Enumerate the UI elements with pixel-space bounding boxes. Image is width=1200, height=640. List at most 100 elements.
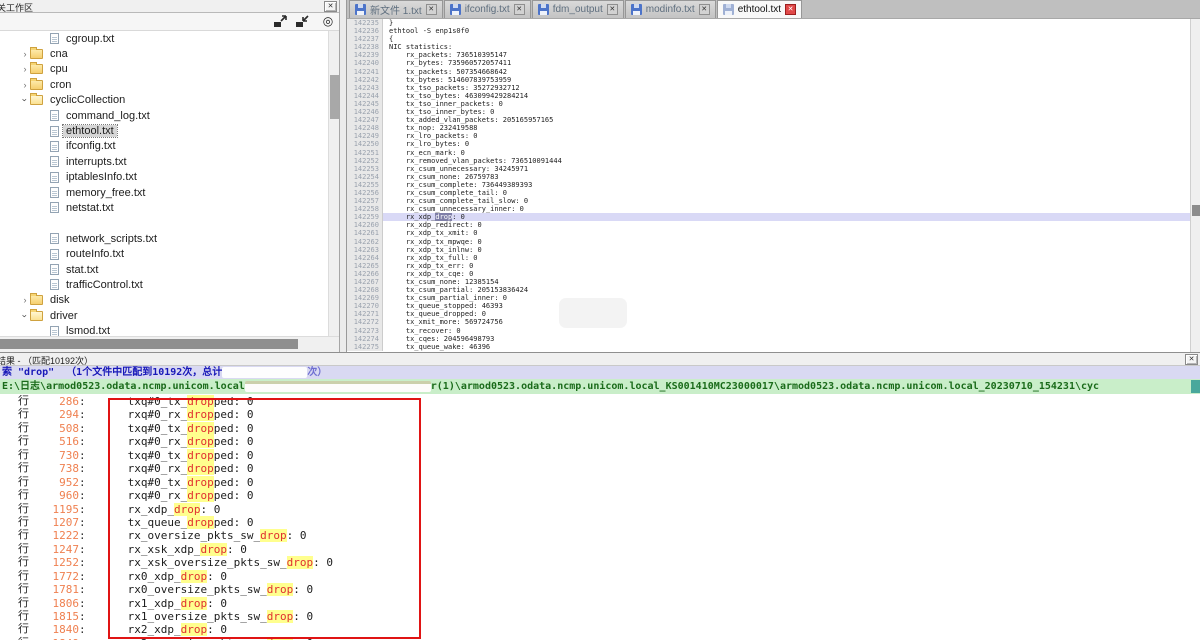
chevron-right-icon[interactable]: ›: [20, 49, 30, 59]
tree-item-cron[interactable]: ›cron: [0, 77, 328, 92]
file-icon: [50, 202, 59, 213]
line-text-pre: rx_xdp_: [389, 213, 435, 221]
tree-item-cycliccollection[interactable]: ›cyclicCollection: [0, 93, 328, 108]
line-text: tx_nop: 232419588: [383, 124, 1190, 132]
locate-file-icon[interactable]: ◎: [320, 14, 336, 28]
row-label: 行: [18, 476, 31, 489]
chevron-down-icon[interactable]: ›: [20, 311, 30, 321]
editor-line: 142240 rx_bytes: 735960572057411: [347, 59, 1190, 67]
file-icon: [50, 249, 59, 260]
result-line-number: 516: [31, 435, 79, 448]
tree-item-stat-txt[interactable]: stat.txt: [0, 262, 328, 277]
row-label: 行: [18, 529, 31, 542]
summary-text: 索 "drop" （1个文件中匹配到10192次，总计: [2, 367, 222, 378]
search-file-path-line[interactable]: E:\日志\armod0523.odata.ncmp.unicom.localr…: [0, 379, 1200, 394]
tree-item-disk[interactable]: ›disk: [0, 293, 328, 308]
tree-item-iptablesinfo-txt[interactable]: iptablesInfo.txt: [0, 170, 328, 185]
tree-horizontal-scrollbar[interactable]: [0, 336, 339, 352]
chevron-right-icon[interactable]: ›: [20, 80, 30, 90]
line-text: rx_xdp_drop: 0: [383, 213, 1190, 221]
close-icon[interactable]: ✕: [514, 4, 525, 15]
close-icon[interactable]: ✕: [607, 4, 618, 15]
tab-ifconfig-txt[interactable]: ifconfig.txt✕: [444, 0, 531, 18]
tree-item-netstat-txt[interactable]: netstat.txt: [0, 200, 328, 215]
line-text: tx_packets: 507354668642: [383, 68, 1190, 76]
result-line-number: 1252: [31, 556, 79, 569]
chevron-down-icon[interactable]: ›: [20, 95, 30, 105]
result-colon: :: [79, 408, 86, 421]
line-number: 142248: [347, 124, 383, 132]
result-line-number: 1247: [31, 543, 79, 556]
tab-label: ethtool.txt: [738, 4, 781, 15]
tab--1-txt[interactable]: 新文件 1.txt✕: [349, 0, 443, 18]
scrollbar-thumb[interactable]: [0, 339, 298, 349]
result-colon: :: [79, 449, 86, 462]
editor-line: 142241 tx_packets: 507354668642: [347, 68, 1190, 76]
tree-item-cpu[interactable]: ›cpu: [0, 62, 328, 77]
editor-line: 142251 rx_ecn_mark: 0: [347, 149, 1190, 157]
line-text: rx_csum_complete_tail_slow: 0: [383, 197, 1190, 205]
editor-line: 142245 tx_tso_inner_packets: 0: [347, 100, 1190, 108]
chevron-right-icon[interactable]: ›: [20, 295, 30, 305]
editor-content[interactable]: 142235}142236ethtool -S enp1s0f0142237{1…: [347, 19, 1190, 352]
scrollbar-thumb[interactable]: [330, 75, 339, 119]
line-text: tx_tso_inner_packets: 0: [383, 100, 1190, 108]
tab-ethtool-txt[interactable]: ethtool.txt ✕: [717, 0, 802, 18]
tree-item-interrupts-txt[interactable]: interrupts.txt: [0, 154, 328, 169]
line-number: 142246: [347, 108, 383, 116]
file-tree[interactable]: cgroup.txt›cna›cpu›cron›cyclicCollection…: [0, 31, 328, 336]
result-colon: :: [79, 610, 86, 623]
tree-item-cgroup-txt[interactable]: cgroup.txt: [0, 31, 328, 46]
tree-item-driver[interactable]: ›driver: [0, 308, 328, 323]
line-text: tx_bytes: 514607839753959: [383, 76, 1190, 84]
line-text: rx_csum_complete: 736449389393: [383, 181, 1190, 189]
collapse-all-icon[interactable]: [295, 15, 311, 29]
result-line-number: 286: [31, 395, 79, 408]
result-line-number: 1207: [31, 516, 79, 529]
close-icon[interactable]: ✕: [426, 4, 437, 15]
tree-item-ethtool-txt[interactable]: ethtool.txt: [0, 123, 328, 138]
tree-item-command-log-txt[interactable]: command_log.txt: [0, 108, 328, 123]
close-icon[interactable]: ✕: [1185, 354, 1198, 365]
tree-item-cna[interactable]: ›cna: [0, 46, 328, 61]
line-text: rx_ecn_mark: 0: [383, 149, 1190, 157]
editor-line: 142262 rx_xdp_tx_mpwqe: 0: [347, 238, 1190, 246]
row-label: 行: [18, 422, 31, 435]
line-number: 142247: [347, 116, 383, 124]
tab-modinfo-txt[interactable]: modinfo.txt✕: [625, 0, 716, 18]
scrollbar-thumb[interactable]: [1192, 205, 1200, 216]
chevron-right-icon[interactable]: ›: [20, 64, 30, 74]
close-icon[interactable]: ✕: [699, 4, 710, 15]
editor-line: 142237{: [347, 35, 1190, 43]
result-colon: :: [79, 516, 86, 529]
close-icon[interactable]: ✕: [785, 4, 796, 15]
tree-item-label: routeInfo.txt: [63, 248, 127, 260]
result-colon: :: [79, 623, 86, 636]
editor-tabbar: 新文件 1.txt✕ifconfig.txt✕fdm_output✕modinf…: [347, 0, 1200, 19]
result-colon: :: [79, 476, 86, 489]
line-number: 142273: [347, 327, 383, 335]
tree-gap: [0, 216, 328, 231]
tree-item-ifconfig-txt[interactable]: ifconfig.txt: [0, 139, 328, 154]
editor-vertical-scrollbar[interactable]: [1190, 19, 1200, 352]
tree-item-label: command_log.txt: [63, 110, 153, 122]
close-icon[interactable]: ✕: [324, 1, 337, 12]
line-number: 142237: [347, 35, 383, 43]
file-icon: [50, 156, 59, 167]
line-number: 142268: [347, 286, 383, 294]
tree-item-routeinfo-txt[interactable]: routeInfo.txt: [0, 246, 328, 261]
tree-item-memory-free-txt[interactable]: memory_free.txt: [0, 185, 328, 200]
row-label: 行: [18, 462, 31, 475]
tree-item-network-scripts-txt[interactable]: network_scripts.txt: [0, 231, 328, 246]
row-label: 行: [18, 610, 31, 623]
tree-vertical-scrollbar[interactable]: [328, 31, 339, 336]
tree-item-label: stat.txt: [63, 264, 101, 276]
tree-item-trafficcontrol-txt[interactable]: trafficControl.txt: [0, 277, 328, 292]
tab-fdm-output[interactable]: fdm_output✕: [532, 0, 624, 18]
editor-line: 142266 rx_xdp_tx_cqe: 0: [347, 270, 1190, 278]
expand-all-icon[interactable]: [273, 15, 289, 29]
line-text: rx_xdp_tx_xmit: 0: [383, 229, 1190, 237]
tree-item-lsmod-txt[interactable]: lsmod.txt: [0, 323, 328, 336]
result-line-number: 1781: [31, 583, 79, 596]
file-icon: [50, 126, 59, 137]
